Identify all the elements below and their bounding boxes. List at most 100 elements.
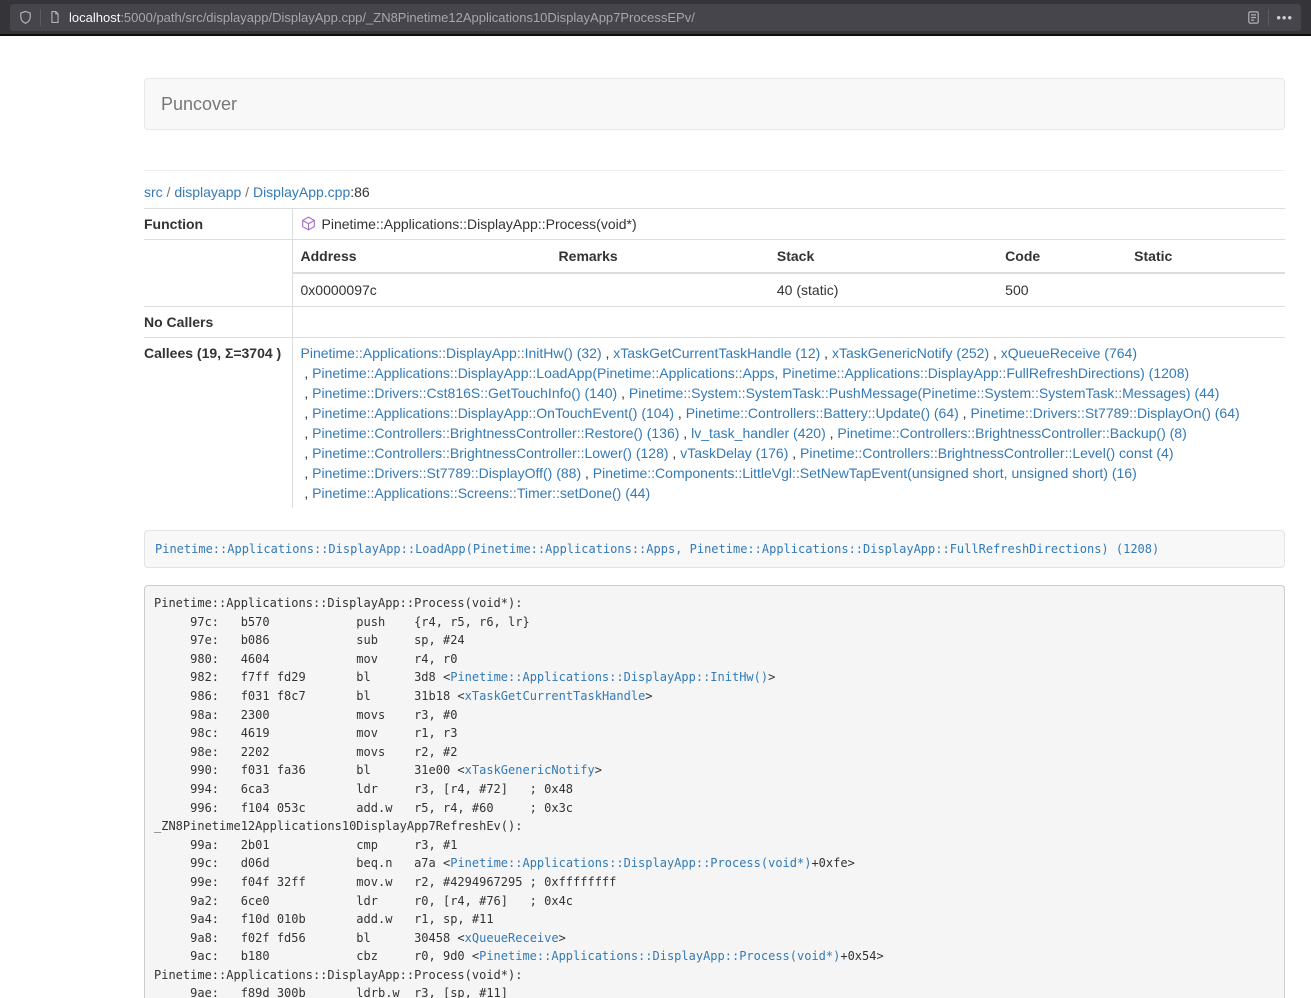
callee-link[interactable]: Pinetime::Drivers::St7789::DisplayOff() …	[312, 465, 581, 481]
callee-link[interactable]: lv_task_handler (420)	[691, 425, 826, 441]
callee-separator: ,	[301, 485, 313, 501]
callee-separator: ,	[989, 345, 1001, 361]
callee-separator: ,	[301, 385, 313, 401]
callee-link[interactable]: Pinetime::Applications::DisplayApp::Load…	[312, 365, 1189, 381]
stats-cell: Address Remarks Stack Code Static 0x0000…	[292, 240, 1285, 307]
stats-header-code: Code	[997, 240, 1126, 273]
breadcrumb-separator: /	[163, 184, 175, 200]
stats-header-static: Static	[1126, 240, 1285, 273]
highlighted-symbol-well: Pinetime::Applications::DisplayApp::Load…	[144, 530, 1285, 568]
callee-separator: ,	[788, 445, 800, 461]
code-text: 9a8: f02f fd56 bl 30458 <	[154, 931, 465, 945]
callee-link[interactable]: xQueueReceive (764)	[1001, 345, 1137, 361]
url-host: localhost	[69, 10, 120, 25]
callee-separator: ,	[301, 425, 313, 441]
callee-link[interactable]: vTaskDelay (176)	[680, 445, 788, 461]
callee-separator: ,	[820, 345, 832, 361]
brand-link[interactable]: Puncover	[145, 94, 253, 115]
cube-icon	[301, 216, 316, 231]
callee-separator: ,	[826, 425, 838, 441]
code-text: 98c: 4619 mov r1, r3	[154, 726, 457, 740]
urlbar-divider	[1268, 9, 1269, 26]
callee-link[interactable]: Pinetime::Applications::DisplayApp::OnTo…	[312, 405, 674, 421]
stats-header-address: Address	[293, 240, 551, 273]
code-text: 9a2: 6ce0 ldr r0, [r4, #76] ; 0x4c	[154, 894, 573, 908]
callee-link[interactable]: Pinetime::Controllers::BrightnessControl…	[312, 445, 668, 461]
code-text: 994: 6ca3 ldr r3, [r4, #72] ; 0x48	[154, 782, 573, 796]
callee-link[interactable]: Pinetime::Controllers::BrightnessControl…	[312, 425, 679, 441]
code-text: Pinetime::Applications::DisplayApp::Proc…	[154, 968, 522, 982]
breadcrumb-line-number: :86	[350, 184, 369, 200]
stats-row: Address Remarks Stack Code Static 0x0000…	[144, 240, 1285, 307]
code-text: 986: f031 f8c7 bl 31b18 <	[154, 689, 465, 703]
callee-separator: ,	[301, 465, 313, 481]
code-text: 99e: f04f 32ff mov.w r2, #4294967295 ; 0…	[154, 875, 616, 889]
code-text: 9ae: f89d 300b ldrb.w r3, [sp, #11]	[154, 986, 508, 998]
app-navbar: Puncover	[144, 78, 1285, 130]
code-symbol-link[interactable]: Pinetime::Applications::DisplayApp::Proc…	[479, 949, 840, 963]
callee-link[interactable]: Pinetime::Controllers::BrightnessControl…	[837, 425, 1186, 441]
function-name: Pinetime::Applications::DisplayApp::Proc…	[322, 216, 637, 232]
callees-list: Pinetime::Applications::DisplayApp::Init…	[292, 338, 1285, 509]
no-callers-row: No Callers	[144, 307, 1285, 338]
code-text: Pinetime::Applications::DisplayApp::Proc…	[154, 596, 522, 610]
stats-header-remarks: Remarks	[551, 240, 769, 273]
disassembly-code-block: Pinetime::Applications::DisplayApp::Proc…	[144, 585, 1285, 998]
no-callers-label: No Callers	[144, 307, 292, 338]
page-info-icon[interactable]	[48, 10, 62, 24]
callee-link[interactable]: Pinetime::System::SystemTask::PushMessag…	[629, 385, 1220, 401]
callee-link[interactable]: Pinetime::Drivers::Cst816S::GetTouchInfo…	[312, 385, 617, 401]
code-text: >	[595, 763, 602, 777]
code-symbol-link[interactable]: Pinetime::Applications::DisplayApp::Init…	[450, 670, 768, 684]
function-row-label: Function	[144, 209, 292, 240]
callee-separator: ,	[617, 385, 629, 401]
callee-link[interactable]: Pinetime::Controllers::BrightnessControl…	[800, 445, 1173, 461]
code-text: _ZN8Pinetime12Applications10DisplayApp7R…	[154, 819, 522, 833]
stats-table: Address Remarks Stack Code Static 0x0000…	[293, 240, 1286, 306]
callee-separator: ,	[679, 425, 691, 441]
urlbar-divider	[40, 9, 41, 26]
code-text: 98e: 2202 movs r2, #2	[154, 745, 457, 759]
callee-link[interactable]: Pinetime::Drivers::St7789::DisplayOn() (…	[970, 405, 1239, 421]
code-text: +0xfe>	[811, 856, 854, 870]
code-text: >	[768, 670, 775, 684]
callee-separator: ,	[581, 465, 593, 481]
code-text: 9ac: b180 cbz r0, 9d0 <	[154, 949, 479, 963]
callee-separator: ,	[301, 405, 313, 421]
url-text: localhost:5000/path/src/displayapp/Displ…	[69, 10, 1239, 25]
stats-value-row: 0x0000097c 40 (static) 500	[293, 273, 1286, 306]
callees-row: Callees (19, Σ=3704 ) Pinetime::Applicat…	[144, 338, 1285, 509]
reader-mode-icon[interactable]	[1246, 10, 1261, 25]
stats-static	[1126, 273, 1285, 306]
code-text: 97e: b086 sub sp, #24	[154, 633, 465, 647]
breadcrumb-separator: /	[241, 184, 253, 200]
callee-link[interactable]: Pinetime::Controllers::Battery::Update()…	[686, 405, 959, 421]
callee-separator: ,	[959, 405, 971, 421]
callee-link[interactable]: xTaskGenericNotify (252)	[832, 345, 989, 361]
code-symbol-link[interactable]: xTaskGenericNotify	[465, 763, 595, 777]
code-symbol-link[interactable]: xQueueReceive	[465, 931, 559, 945]
callee-link[interactable]: Pinetime::Applications::Screens::Timer::…	[312, 485, 650, 501]
stats-header-stack: Stack	[769, 240, 997, 273]
url-bar[interactable]: localhost:5000/path/src/displayapp/Displ…	[10, 4, 1301, 31]
code-text: 9a4: f10d 010b add.w r1, sp, #11	[154, 912, 494, 926]
page-actions-icon[interactable]: •••	[1276, 11, 1293, 24]
breadcrumb-link-src[interactable]: src	[144, 184, 163, 200]
stats-remarks	[551, 273, 769, 306]
code-text: >	[645, 689, 652, 703]
code-symbol-link[interactable]: xTaskGetCurrentTaskHandle	[465, 689, 646, 703]
callee-link[interactable]: Pinetime::Components::LittleVgl::SetNewT…	[593, 465, 1137, 481]
callee-separator: ,	[669, 445, 681, 461]
code-text: 982: f7ff fd29 bl 3d8 <	[154, 670, 450, 684]
stats-address: 0x0000097c	[293, 273, 551, 306]
shield-icon[interactable]	[18, 10, 33, 25]
divider-rule	[144, 170, 1285, 171]
breadcrumb-link-displayapp[interactable]: displayapp	[174, 184, 241, 200]
callee-link[interactable]: xTaskGetCurrentTaskHandle (12)	[613, 345, 820, 361]
highlighted-symbol-link[interactable]: Pinetime::Applications::DisplayApp::Load…	[155, 542, 1159, 556]
code-symbol-link[interactable]: Pinetime::Applications::DisplayApp::Proc…	[450, 856, 811, 870]
breadcrumb-link-file[interactable]: DisplayApp.cpp	[253, 184, 350, 200]
callee-link[interactable]: Pinetime::Applications::DisplayApp::Init…	[301, 345, 602, 361]
page-container: Puncover src / displayapp / DisplayApp.c…	[144, 78, 1285, 998]
function-table: Function Pinetime::Applications::Display…	[144, 208, 1285, 508]
